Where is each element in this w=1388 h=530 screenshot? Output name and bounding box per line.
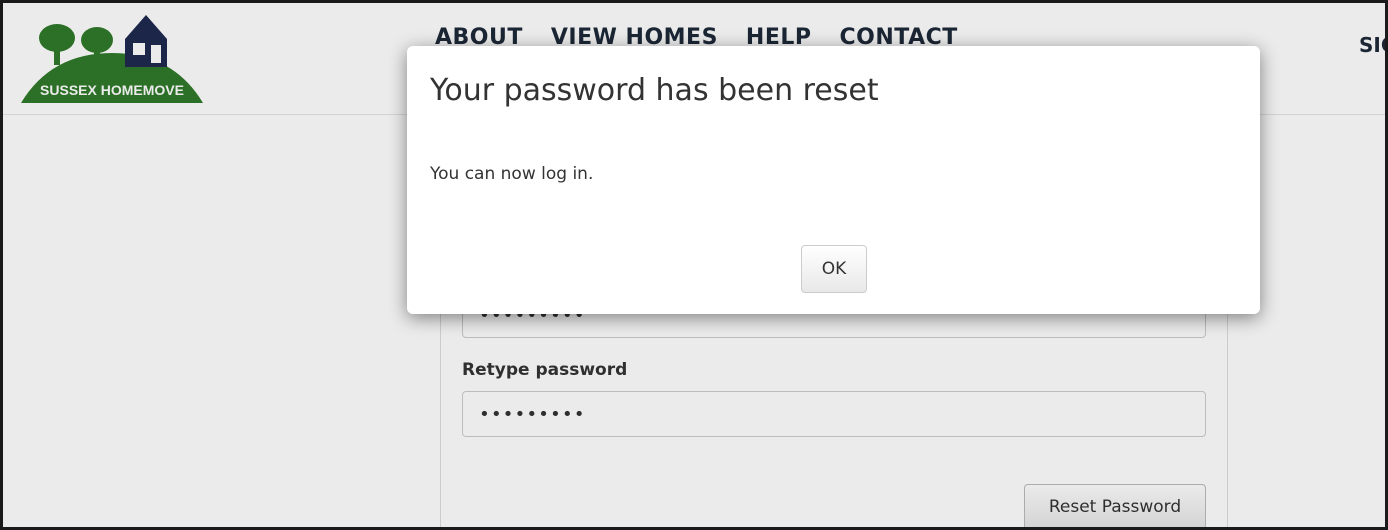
- password-reset-dialog: Your password has been reset You can now…: [407, 46, 1260, 314]
- ok-button[interactable]: OK: [801, 245, 867, 293]
- dialog-title: Your password has been reset: [430, 73, 879, 108]
- dialog-message: You can now log in.: [430, 164, 594, 184]
- browser-viewport: SUSSEX HOMEMOVE ABOUT VIEW HOMES HELP CO…: [0, 0, 1388, 530]
